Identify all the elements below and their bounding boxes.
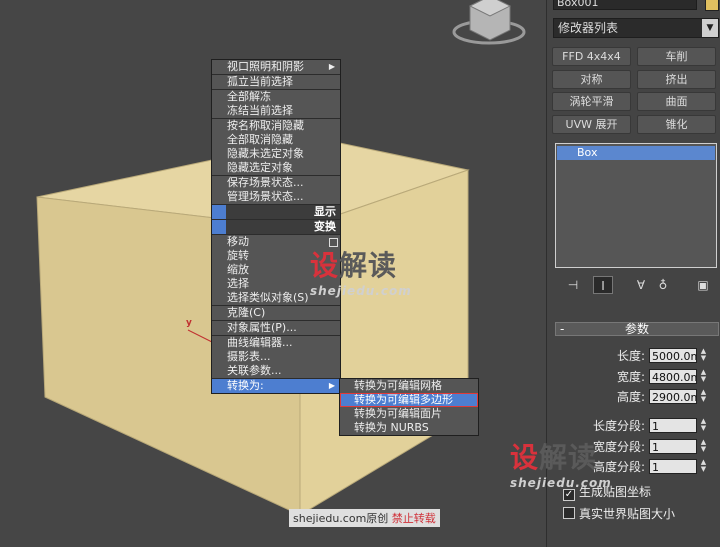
height-segs-input[interactable]: 1 bbox=[649, 459, 697, 474]
spinner-icon[interactable]: ▲ ▼ bbox=[699, 459, 708, 474]
width-input[interactable]: 4800.0mm bbox=[649, 369, 697, 384]
checkbox-checked-icon: ✓ bbox=[563, 489, 575, 501]
object-name-field[interactable]: Box001 bbox=[553, 0, 697, 10]
menu-item-convert-to[interactable]: 转换为: ▶ bbox=[212, 378, 340, 393]
menu-item-viewport-lighting[interactable]: 视口照明和阴影 ▶ bbox=[212, 60, 340, 74]
menu-item-unhide-all[interactable]: 全部取消隐藏 bbox=[212, 133, 340, 147]
menu-header-display: 显示 bbox=[212, 204, 340, 219]
menu-item-isolate[interactable]: 孤立当前选择 bbox=[212, 74, 340, 89]
turbosmooth-button[interactable]: 涡轮平滑 bbox=[552, 92, 631, 111]
menu-item-object-properties[interactable]: 对象属性(P)... bbox=[212, 320, 340, 335]
surface-button[interactable]: 曲面 bbox=[637, 92, 716, 111]
convert-submenu: 转换为可编辑网格 转换为可编辑多边形 转换为可编辑面片 转换为 NURBS bbox=[339, 378, 479, 436]
axis-label: y bbox=[186, 318, 192, 328]
symmetry-button[interactable]: 对称 bbox=[552, 70, 631, 89]
uvw-unwrap-button[interactable]: UVW 展开 bbox=[552, 115, 631, 134]
menu-item-dope-sheet[interactable]: 摄影表... bbox=[212, 350, 340, 364]
width-param: 宽度: 4800.0mm ▲▼ bbox=[616, 368, 708, 384]
menu-item-clone[interactable]: 克隆(C) bbox=[212, 305, 340, 320]
length-segs-input[interactable]: 1 bbox=[649, 418, 697, 433]
show-end-result-icon[interactable]: Ⅰ bbox=[593, 276, 613, 294]
menu-item-save-scene-state[interactable]: 保存场景状态... bbox=[212, 175, 340, 190]
width-segs-input[interactable]: 1 bbox=[649, 439, 697, 454]
spinner-icon[interactable]: ▲ ▼ bbox=[699, 348, 708, 363]
chevron-down-icon: ▼ bbox=[702, 19, 718, 37]
ffd-button[interactable]: FFD 4x4x4 bbox=[552, 47, 631, 66]
submenu-item-nurbs[interactable]: 转换为 NURBS bbox=[340, 421, 478, 435]
stack-toolbar: ⊣ Ⅰ ∀ ♁ ▣ bbox=[555, 276, 717, 294]
submenu-item-editable-mesh[interactable]: 转换为可编辑网格 bbox=[340, 379, 478, 393]
menu-header-transform: 变换 bbox=[212, 219, 340, 234]
remove-modifier-icon[interactable]: ♁ bbox=[653, 276, 673, 294]
submenu-item-editable-patch[interactable]: 转换为可编辑面片 bbox=[340, 407, 478, 421]
watermark-logo-2: 设解读 shejiedu.com bbox=[510, 441, 612, 490]
watermark-logo: 设解读 shejiedu.com bbox=[310, 249, 412, 298]
pin-stack-icon[interactable]: ⊣ bbox=[563, 276, 583, 294]
length-segs-param: 长度分段: 1 ▲ ▼ bbox=[592, 417, 708, 433]
lathe-button[interactable]: 车削 bbox=[637, 47, 716, 66]
stack-item-box[interactable]: Box bbox=[557, 146, 715, 160]
credit-label: shejiedu.com原创 禁止转载 bbox=[289, 509, 440, 527]
menu-item-unfreeze-all[interactable]: 全部解冻 bbox=[212, 89, 340, 104]
context-menu: 视口照明和阴影 ▶ 孤立当前选择 全部解冻 冻结当前选择 按名称取消隐藏 全部取消… bbox=[211, 59, 341, 394]
menu-item-manage-scene-states[interactable]: 管理场景状态... bbox=[212, 190, 340, 204]
extrude-button[interactable]: 挤出 bbox=[637, 70, 716, 89]
parameters-rollout[interactable]: - 参数 bbox=[555, 322, 719, 336]
modifier-list-dropdown[interactable]: 修改器列表 ▼ bbox=[553, 18, 719, 38]
viewport-perspective[interactable]: y 视口照明和阴影 ▶ 孤立当前选择 全部解冻 冻结当前选择 按名称取消隐藏 全部… bbox=[0, 0, 546, 547]
submenu-item-editable-poly[interactable]: 转换为可编辑多边形 bbox=[340, 393, 478, 407]
menu-item-hide-selection[interactable]: 隐藏选定对象 bbox=[212, 161, 340, 175]
modifier-stack[interactable]: Box bbox=[555, 143, 717, 268]
submenu-arrow-icon: ▶ bbox=[328, 381, 335, 390]
spinner-icon[interactable]: ▲ ▼ bbox=[699, 418, 708, 433]
viewcube[interactable] bbox=[452, 0, 526, 45]
checkbox-unchecked-icon bbox=[563, 507, 575, 519]
real-world-map-size-checkbox[interactable]: 真实世界贴图大小 bbox=[563, 506, 675, 522]
menu-item-unhide-by-name[interactable]: 按名称取消隐藏 bbox=[212, 118, 340, 133]
spinner-icon[interactable]: ▲ ▼ bbox=[699, 439, 708, 454]
spinner-icon[interactable]: ▲ ▼ bbox=[699, 369, 708, 384]
menu-item-freeze-selection[interactable]: 冻结当前选择 bbox=[212, 104, 340, 118]
spinner-icon[interactable]: ▲ ▼ bbox=[699, 389, 708, 404]
menu-item-hide-unselected[interactable]: 隐藏未选定对象 bbox=[212, 147, 340, 161]
submenu-arrow-icon: ▶ bbox=[328, 62, 335, 71]
menu-item-curve-editor[interactable]: 曲线编辑器... bbox=[212, 335, 340, 350]
taper-button[interactable]: 锥化 bbox=[637, 115, 716, 134]
length-param: 长度: 5000.0mm ▲▼ bbox=[616, 347, 708, 363]
menu-item-wire-parameters[interactable]: 关联参数... bbox=[212, 364, 340, 378]
length-input[interactable]: 5000.0mm bbox=[649, 348, 697, 363]
height-param: 高度: 2900.0mm ▲▼ bbox=[616, 388, 708, 404]
object-color-swatch[interactable] bbox=[705, 0, 719, 11]
make-unique-icon[interactable]: ∀ bbox=[631, 276, 651, 294]
configure-sets-icon[interactable]: ▣ bbox=[693, 276, 713, 294]
height-input[interactable]: 2900.0mm bbox=[649, 389, 697, 404]
